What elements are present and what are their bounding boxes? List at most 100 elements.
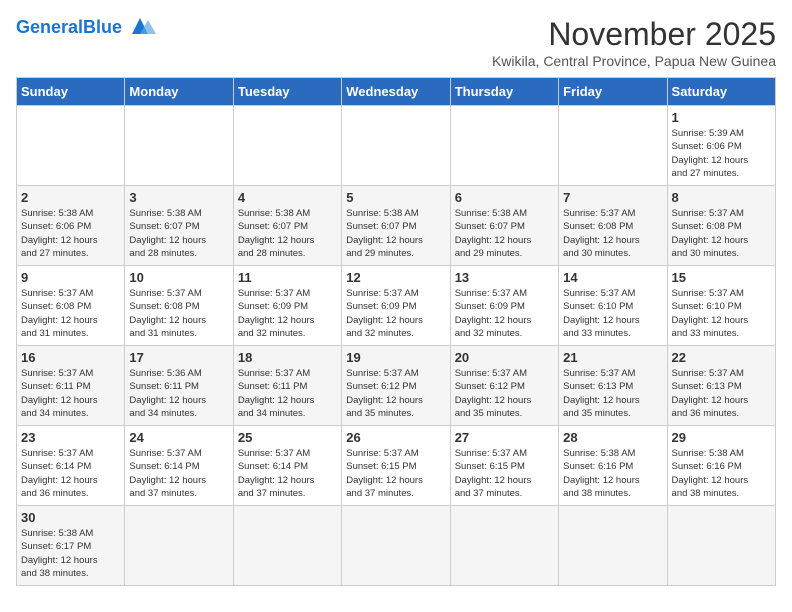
day-number: 8 — [672, 190, 771, 205]
calendar-cell: 6 Sunrise: 5:38 AM Sunset: 6:07 PM Daylig… — [450, 186, 558, 266]
calendar-cell: 12Sunrise: 5:37 AM Sunset: 6:09 PM Dayli… — [342, 266, 450, 346]
calendar-cell: 29 Sunrise: 5:38 AM Sunset: 6:16 PM Dayli… — [667, 426, 775, 506]
day-info: Sunrise: 5:38 AM Sunset: 6:07 PM Dayligh… — [238, 207, 337, 260]
day-info: Sunrise: 5:38 AM Sunset: 6:06 PM Dayligh… — [21, 207, 120, 260]
calendar-cell: 8 Sunrise: 5:37 AM Sunset: 6:08 PM Daylig… — [667, 186, 775, 266]
day-number: 22 — [672, 350, 771, 365]
weekday-header-saturday: Saturday — [667, 78, 775, 106]
weekday-header-row: SundayMondayTuesdayWednesdayThursdayFrid… — [17, 78, 776, 106]
calendar-cell: 1Sunrise: 5:39 AM Sunset: 6:06 PM Daylig… — [667, 106, 775, 186]
day-info: Sunrise: 5:37 AM Sunset: 6:09 PM Dayligh… — [455, 287, 554, 340]
day-number: 6 — [455, 190, 554, 205]
day-number: 3 — [129, 190, 228, 205]
calendar-cell: 11 Sunrise: 5:37 AM Sunset: 6:09 PM Dayli… — [233, 266, 341, 346]
day-info: Sunrise: 5:38 AM Sunset: 6:17 PM Dayligh… — [21, 527, 120, 580]
calendar-cell: 14Sunrise: 5:37 AM Sunset: 6:10 PM Dayli… — [559, 266, 667, 346]
calendar-week-3: 16Sunrise: 5:37 AM Sunset: 6:11 PM Dayli… — [17, 346, 776, 426]
calendar-cell: 10 Sunrise: 5:37 AM Sunset: 6:08 PM Dayli… — [125, 266, 233, 346]
day-number: 19 — [346, 350, 445, 365]
day-number: 2 — [21, 190, 120, 205]
day-number: 29 — [672, 430, 771, 445]
calendar-week-5: 30 Sunrise: 5:38 AM Sunset: 6:17 PM Dayli… — [17, 506, 776, 586]
calendar-cell — [342, 506, 450, 586]
calendar-cell: 16Sunrise: 5:37 AM Sunset: 6:11 PM Dayli… — [17, 346, 125, 426]
day-info: Sunrise: 5:37 AM Sunset: 6:12 PM Dayligh… — [455, 367, 554, 420]
day-info: Sunrise: 5:39 AM Sunset: 6:06 PM Dayligh… — [672, 127, 771, 180]
day-info: Sunrise: 5:38 AM Sunset: 6:07 PM Dayligh… — [346, 207, 445, 260]
day-number: 12 — [346, 270, 445, 285]
day-info: Sunrise: 5:37 AM Sunset: 6:15 PM Dayligh… — [346, 447, 445, 500]
day-info: Sunrise: 5:37 AM Sunset: 6:09 PM Dayligh… — [238, 287, 337, 340]
day-number: 27 — [455, 430, 554, 445]
calendar-cell — [342, 106, 450, 186]
weekday-header-thursday: Thursday — [450, 78, 558, 106]
calendar-week-0: 1Sunrise: 5:39 AM Sunset: 6:06 PM Daylig… — [17, 106, 776, 186]
calendar-cell — [233, 106, 341, 186]
day-number: 15 — [672, 270, 771, 285]
day-info: Sunrise: 5:38 AM Sunset: 6:16 PM Dayligh… — [672, 447, 771, 500]
day-info: Sunrise: 5:37 AM Sunset: 6:14 PM Dayligh… — [238, 447, 337, 500]
day-info: Sunrise: 5:37 AM Sunset: 6:10 PM Dayligh… — [563, 287, 662, 340]
day-info: Sunrise: 5:37 AM Sunset: 6:15 PM Dayligh… — [455, 447, 554, 500]
day-number: 20 — [455, 350, 554, 365]
calendar-cell: 22Sunrise: 5:37 AM Sunset: 6:13 PM Dayli… — [667, 346, 775, 426]
day-number: 9 — [21, 270, 120, 285]
calendar-cell: 2 Sunrise: 5:38 AM Sunset: 6:06 PM Daylig… — [17, 186, 125, 266]
day-info: Sunrise: 5:37 AM Sunset: 6:08 PM Dayligh… — [672, 207, 771, 260]
day-info: Sunrise: 5:37 AM Sunset: 6:11 PM Dayligh… — [238, 367, 337, 420]
calendar-cell: 3 Sunrise: 5:38 AM Sunset: 6:07 PM Daylig… — [125, 186, 233, 266]
weekday-header-sunday: Sunday — [17, 78, 125, 106]
calendar-cell: 5Sunrise: 5:38 AM Sunset: 6:07 PM Daylig… — [342, 186, 450, 266]
day-info: Sunrise: 5:36 AM Sunset: 6:11 PM Dayligh… — [129, 367, 228, 420]
day-info: Sunrise: 5:38 AM Sunset: 6:07 PM Dayligh… — [129, 207, 228, 260]
day-info: Sunrise: 5:37 AM Sunset: 6:13 PM Dayligh… — [563, 367, 662, 420]
day-info: Sunrise: 5:37 AM Sunset: 6:11 PM Dayligh… — [21, 367, 120, 420]
calendar-cell — [125, 106, 233, 186]
calendar-week-2: 9 Sunrise: 5:37 AM Sunset: 6:08 PM Daylig… — [17, 266, 776, 346]
weekday-header-wednesday: Wednesday — [342, 78, 450, 106]
calendar-cell: 13Sunrise: 5:37 AM Sunset: 6:09 PM Dayli… — [450, 266, 558, 346]
calendar-cell — [559, 506, 667, 586]
calendar-cell: 9Sunrise: 5:37 AM Sunset: 6:08 PM Daylig… — [17, 266, 125, 346]
calendar-cell: 24Sunrise: 5:37 AM Sunset: 6:14 PM Dayli… — [125, 426, 233, 506]
day-number: 23 — [21, 430, 120, 445]
calendar-cell: 18 Sunrise: 5:37 AM Sunset: 6:11 PM Dayli… — [233, 346, 341, 426]
calendar-week-4: 23 Sunrise: 5:37 AM Sunset: 6:14 PM Dayli… — [17, 426, 776, 506]
day-number: 25 — [238, 430, 337, 445]
page-header: GeneralBlue November 2025 Kwikila, Centr… — [16, 16, 776, 69]
calendar-cell: 30 Sunrise: 5:38 AM Sunset: 6:17 PM Dayli… — [17, 506, 125, 586]
day-info: Sunrise: 5:37 AM Sunset: 6:14 PM Dayligh… — [129, 447, 228, 500]
calendar-cell: 7Sunrise: 5:37 AM Sunset: 6:08 PM Daylig… — [559, 186, 667, 266]
month-title: November 2025 — [492, 16, 776, 53]
calendar-cell: 15 Sunrise: 5:37 AM Sunset: 6:10 PM Dayli… — [667, 266, 775, 346]
day-number: 18 — [238, 350, 337, 365]
calendar-week-1: 2 Sunrise: 5:38 AM Sunset: 6:06 PM Daylig… — [17, 186, 776, 266]
day-number: 26 — [346, 430, 445, 445]
calendar-cell — [667, 506, 775, 586]
calendar-cell — [559, 106, 667, 186]
day-number: 30 — [21, 510, 120, 525]
day-number: 11 — [238, 270, 337, 285]
day-number: 17 — [129, 350, 228, 365]
day-number: 10 — [129, 270, 228, 285]
day-number: 28 — [563, 430, 662, 445]
calendar-cell: 25 Sunrise: 5:37 AM Sunset: 6:14 PM Dayli… — [233, 426, 341, 506]
title-area: November 2025 Kwikila, Central Province,… — [492, 16, 776, 69]
day-info: Sunrise: 5:37 AM Sunset: 6:12 PM Dayligh… — [346, 367, 445, 420]
calendar-cell: 27 Sunrise: 5:37 AM Sunset: 6:15 PM Dayli… — [450, 426, 558, 506]
day-info: Sunrise: 5:37 AM Sunset: 6:08 PM Dayligh… — [129, 287, 228, 340]
location-title: Kwikila, Central Province, Papua New Gui… — [492, 53, 776, 69]
calendar-cell: 23 Sunrise: 5:37 AM Sunset: 6:14 PM Dayli… — [17, 426, 125, 506]
day-info: Sunrise: 5:37 AM Sunset: 6:14 PM Dayligh… — [21, 447, 120, 500]
day-info: Sunrise: 5:37 AM Sunset: 6:10 PM Dayligh… — [672, 287, 771, 340]
day-info: Sunrise: 5:38 AM Sunset: 6:16 PM Dayligh… — [563, 447, 662, 500]
calendar-cell: 21 Sunrise: 5:37 AM Sunset: 6:13 PM Dayli… — [559, 346, 667, 426]
calendar-cell: 20 Sunrise: 5:37 AM Sunset: 6:12 PM Dayli… — [450, 346, 558, 426]
logo: GeneralBlue — [16, 16, 158, 38]
calendar-cell — [233, 506, 341, 586]
day-number: 21 — [563, 350, 662, 365]
day-info: Sunrise: 5:38 AM Sunset: 6:07 PM Dayligh… — [455, 207, 554, 260]
calendar-cell: 17 Sunrise: 5:36 AM Sunset: 6:11 PM Dayli… — [125, 346, 233, 426]
calendar-cell — [125, 506, 233, 586]
weekday-header-monday: Monday — [125, 78, 233, 106]
